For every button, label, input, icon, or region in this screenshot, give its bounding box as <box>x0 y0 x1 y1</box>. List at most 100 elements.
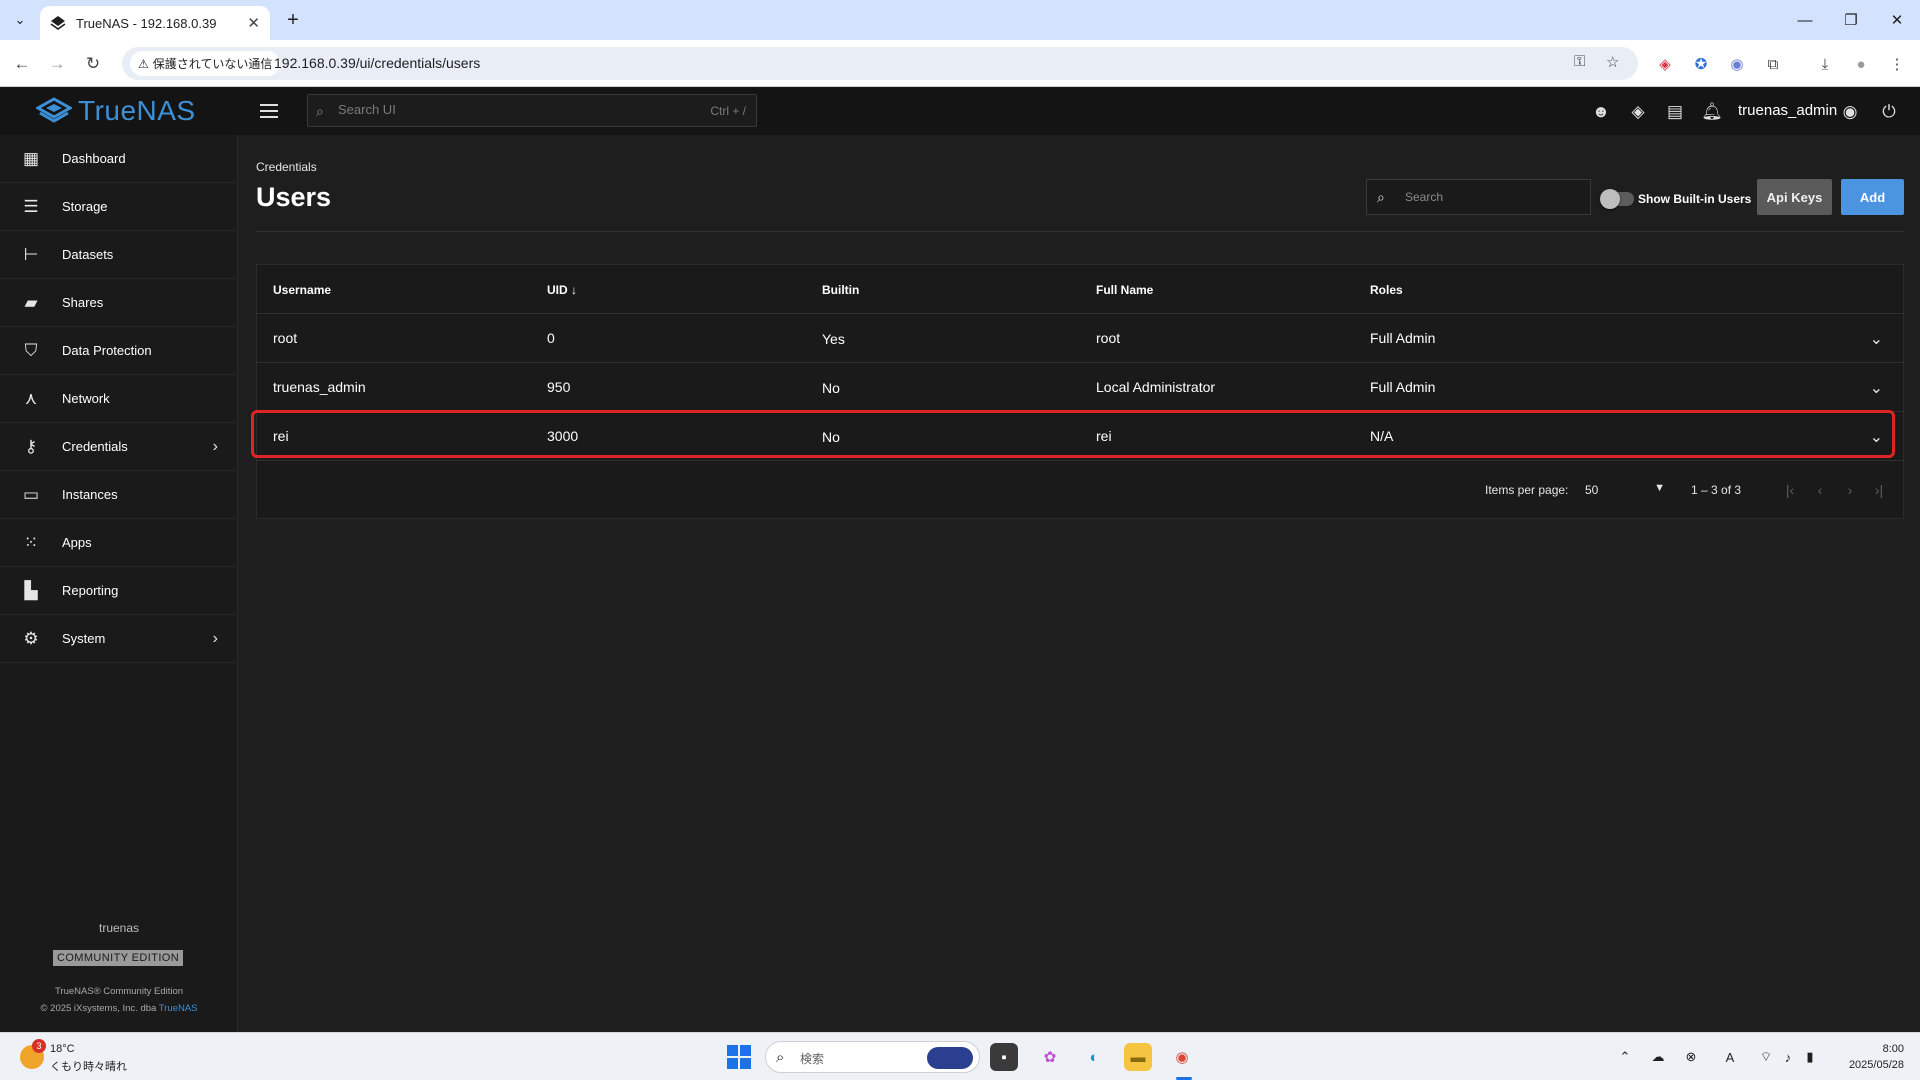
volume-icon[interactable]: ♪ <box>1778 1047 1798 1067</box>
search-extension-icon[interactable]: ◉ <box>1726 53 1748 75</box>
feedback-smiley-icon[interactable]: ☻ <box>1589 100 1613 124</box>
browser-menu-icon[interactable]: ⋮ <box>1886 53 1908 75</box>
account-circle-icon[interactable]: ◉ <box>1838 100 1862 124</box>
column-header-roles[interactable]: Roles <box>1370 283 1403 297</box>
show-builtin-toggle[interactable] <box>1600 189 1634 209</box>
cell-builtin: No <box>822 429 840 445</box>
previous-page-icon[interactable]: ‹ <box>1809 479 1831 501</box>
users-search-input[interactable]: ⌕ Search <box>1366 179 1591 215</box>
last-page-icon[interactable]: ›| <box>1868 479 1890 501</box>
expand-chevron-icon[interactable]: ⌄ <box>1870 427 1883 447</box>
edge-browser-icon[interactable]: ◐ <box>1080 1043 1108 1071</box>
column-header-builtin[interactable]: Builtin <box>822 283 859 297</box>
power-icon[interactable]: ⏻ <box>1877 100 1901 124</box>
column-header-full-name[interactable]: Full Name <box>1096 283 1153 297</box>
column-header-uid[interactable]: UID ↓ <box>547 283 577 297</box>
restore-icon[interactable]: ❐ <box>1836 8 1866 32</box>
sidebar-item-storage[interactable]: ☰ Storage <box>0 183 238 231</box>
password-key-icon[interactable]: ⚿ <box>1574 53 1585 70</box>
expand-chevron-icon[interactable]: ⌄ <box>1870 329 1883 349</box>
weather-temperature[interactable]: 18°C <box>50 1043 75 1055</box>
url-text[interactable]: 192.168.0.39/ui/credentials/users <box>274 55 480 71</box>
table-row[interactable]: rei 3000 No rei N/A ⌄ <box>257 412 1903 461</box>
copyright-prefix: © 2025 iXsystems, Inc. dba <box>40 1003 157 1014</box>
sidebar-item-label: Credentials <box>62 439 128 454</box>
sidebar-item-shares[interactable]: ▰ Shares <box>0 279 238 327</box>
tray-app-icon[interactable]: ⊗ <box>1681 1047 1701 1067</box>
jobs-clipboard-icon[interactable]: ▤ <box>1663 100 1687 124</box>
ime-icon[interactable]: A <box>1720 1047 1740 1067</box>
cell-roles: Full Admin <box>1370 330 1436 346</box>
task-view-icon[interactable]: ▪ <box>990 1043 1018 1071</box>
network-icon: ⋏ <box>24 388 38 408</box>
copilot-icon[interactable]: ✿ <box>1036 1043 1064 1071</box>
start-windows-icon[interactable] <box>727 1045 751 1069</box>
table-header: Username UID ↓ Builtin Full Name Roles <box>257 265 1903 314</box>
clock-time[interactable]: 8:00 <box>1883 1043 1904 1055</box>
hostname: truenas <box>98 921 140 935</box>
sidebar-item-label: Data Protection <box>62 343 152 358</box>
wifi-icon[interactable]: ⌔ <box>1756 1047 1776 1067</box>
sidebar-item-instances[interactable]: ▭ Instances <box>0 471 238 519</box>
api-keys-button[interactable]: Api Keys <box>1757 179 1832 215</box>
chrome-browser-icon[interactable]: ◉ <box>1168 1043 1196 1071</box>
sidebar-item-data-protection[interactable]: ⛉ Data Protection <box>0 327 238 375</box>
address-bar[interactable]: ⚠ 保護されていない通信 192.168.0.39/ui/credentials… <box>122 47 1638 80</box>
reload-icon[interactable]: ↻ <box>80 51 106 77</box>
window-close-icon[interactable]: ✕ <box>1882 8 1912 32</box>
cell-roles: N/A <box>1370 428 1394 444</box>
sidebar-item-credentials[interactable]: ⚷ Credentials › <box>0 423 238 471</box>
breadcrumb[interactable]: Credentials <box>256 160 317 174</box>
sidebar-item-network[interactable]: ⋏ Network <box>0 375 238 423</box>
new-tab-icon[interactable]: + <box>282 9 304 31</box>
next-page-icon[interactable]: › <box>1839 479 1861 501</box>
sidebar-item-system[interactable]: ⚙ System › <box>0 615 238 663</box>
ui-search-placeholder: Search UI <box>338 102 396 117</box>
tray-overflow-icon[interactable]: ⌃ <box>1615 1047 1635 1067</box>
cell-username: root <box>273 330 298 346</box>
first-page-icon[interactable]: |‹ <box>1779 479 1801 501</box>
download-icon[interactable]: ⤓ <box>1814 53 1836 75</box>
extensions-puzzle-icon[interactable]: ⧉ <box>1762 53 1784 75</box>
clock-date[interactable]: 2025/05/28 <box>1849 1059 1904 1071</box>
header-username[interactable]: truenas_admin <box>1738 102 1837 119</box>
extension-icon[interactable]: ✪ <box>1690 53 1712 75</box>
battery-icon[interactable]: ▮ <box>1800 1047 1820 1067</box>
pocket-extension-icon[interactable]: ◈ <box>1654 53 1676 75</box>
column-header-username[interactable]: Username <box>273 283 331 297</box>
cell-builtin: Yes <box>822 331 845 347</box>
edition-badge: COMMUNITY EDITION <box>53 950 184 966</box>
add-user-button[interactable]: Add <box>1841 179 1904 215</box>
menu-toggle-icon[interactable] <box>260 99 284 123</box>
truecommand-icon[interactable]: ◈ <box>1626 100 1650 124</box>
taskbar-search-input[interactable]: ⌕ 検索 <box>765 1041 980 1073</box>
back-icon[interactable]: ← <box>9 51 35 77</box>
profile-avatar-icon[interactable]: ● <box>1850 53 1872 75</box>
weather-description[interactable]: くもり時々晴れ <box>50 1058 127 1074</box>
sidebar-item-dashboard[interactable]: ▦ Dashboard <box>0 135 238 183</box>
tab-search-icon[interactable]: ⌄ <box>8 8 32 32</box>
show-builtin-label[interactable]: Show Built-in Users <box>1638 192 1751 206</box>
table-row[interactable]: root 0 Yes root Full Admin ⌄ <box>257 314 1903 363</box>
tab-close-icon[interactable]: ✕ <box>247 14 260 32</box>
security-chip[interactable]: ⚠ 保護されていない通信 <box>130 51 281 76</box>
browser-tab[interactable]: TrueNAS - 192.168.0.39 ✕ <box>40 6 270 40</box>
notifications-bell-icon[interactable]: 🔔︎ <box>1700 100 1724 124</box>
sidebar-item-datasets[interactable]: ⊢ Datasets <box>0 231 238 279</box>
truenas-logo[interactable]: TrueNAS <box>36 95 196 127</box>
file-explorer-icon[interactable]: ▬ <box>1124 1043 1152 1071</box>
truenas-link[interactable]: TrueNAS <box>159 1003 198 1014</box>
sidebar-item-apps[interactable]: ⁙ Apps <box>0 519 238 567</box>
table-row[interactable]: truenas_admin 950 No Local Administrator… <box>257 363 1903 412</box>
sidebar-item-reporting[interactable]: ▙ Reporting <box>0 567 238 615</box>
forward-icon[interactable]: → <box>44 51 70 77</box>
expand-chevron-icon[interactable]: ⌄ <box>1870 378 1883 398</box>
ui-search-input[interactable]: ⌕ Search UI Ctrl + / <box>307 94 757 127</box>
search-icon: ⌕ <box>316 103 324 119</box>
onedrive-cloud-icon[interactable]: ☁ <box>1648 1047 1668 1067</box>
page-size-select[interactable]: 50 ▼ <box>1585 480 1665 500</box>
bookmark-star-icon[interactable]: ☆ <box>1606 53 1619 71</box>
warning-icon: ⚠ <box>138 56 149 71</box>
sidebar-item-label: Datasets <box>62 247 114 262</box>
minimize-icon[interactable]: — <box>1790 8 1820 32</box>
